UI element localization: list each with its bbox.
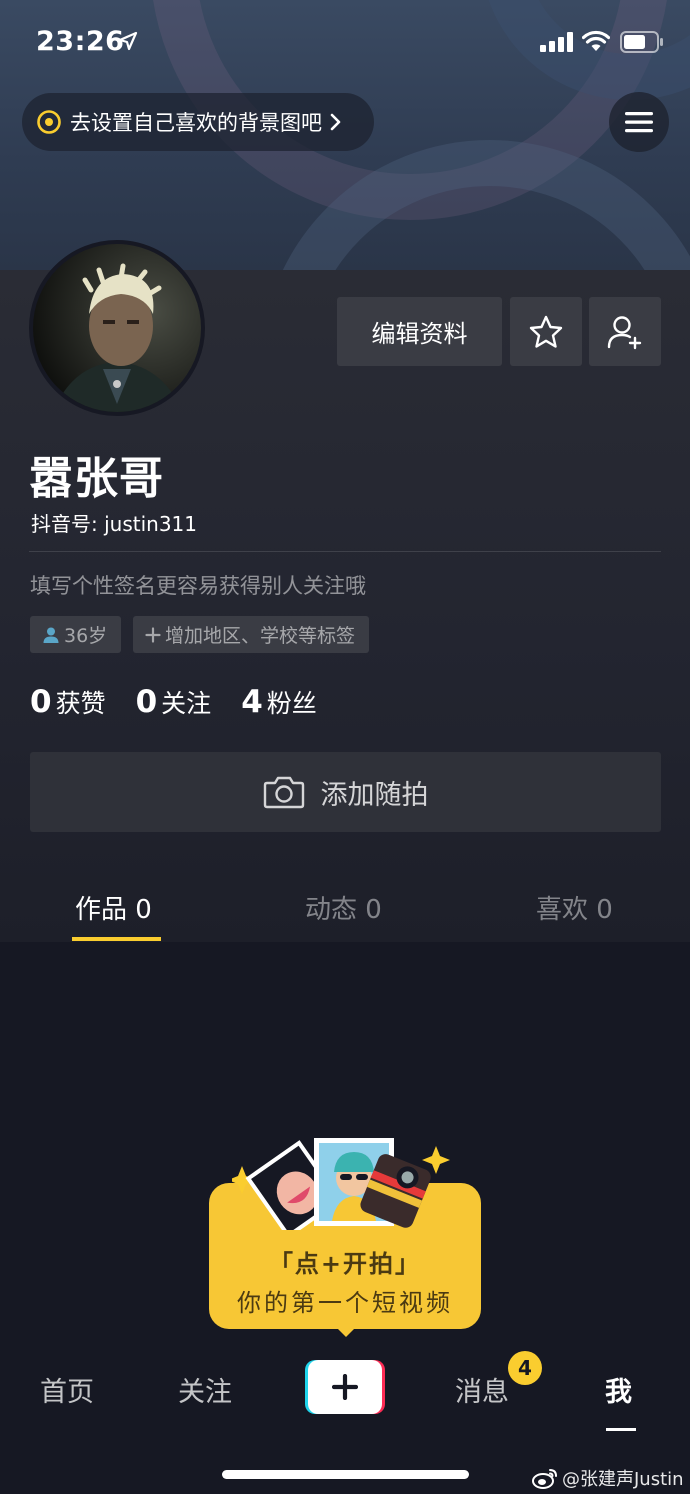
user-icon — [43, 627, 59, 643]
battery-icon — [620, 31, 663, 53]
plus-icon — [145, 626, 161, 643]
watermark: @张建声Justin — [532, 1465, 684, 1491]
tab-likes[interactable]: 喜欢 0 — [536, 889, 613, 926]
weibo-icon — [532, 1469, 557, 1489]
avatar-photo — [33, 244, 201, 412]
star-icon — [529, 315, 563, 348]
stat-likes[interactable]: 0 获赞 — [30, 684, 106, 720]
add-snapshot-button[interactable]: 添加随拍 — [30, 752, 661, 832]
stat-following-count: 0 — [135, 684, 158, 720]
avatar[interactable] — [29, 240, 205, 416]
watermark-label: @张建声Justin — [562, 1469, 684, 1490]
camera-icon — [263, 776, 304, 809]
stat-likes-count: 0 — [30, 684, 52, 720]
target-icon — [37, 110, 61, 134]
home-indicator[interactable] — [222, 1470, 469, 1479]
set-background-hint-label: 去设置自己喜欢的背景图吧 — [70, 111, 322, 135]
nav-me[interactable]: 我 — [605, 1370, 632, 1409]
plus-icon — [332, 1374, 358, 1400]
nav-messages[interactable]: 消息 — [455, 1370, 509, 1409]
divider — [29, 551, 661, 552]
age-tag[interactable]: 36岁 — [30, 616, 122, 653]
hamburger-menu-icon — [625, 112, 653, 133]
stat-fans-label: 粉丝 — [266, 689, 317, 718]
favorites-button[interactable] — [510, 297, 582, 366]
active-tab-indicator — [72, 937, 161, 941]
stat-following-label: 关注 — [161, 689, 212, 718]
publish-button[interactable] — [305, 1360, 385, 1414]
wifi-icon — [582, 30, 610, 51]
edit-profile-button[interactable]: 编辑资料 — [337, 297, 502, 366]
nav-follow[interactable]: 关注 — [178, 1370, 232, 1409]
stat-fans-count: 4 — [241, 684, 263, 720]
location-arrow-icon — [118, 31, 138, 51]
profile-page: 23:26 去设置自己喜欢的背景图吧 编辑资料 嚣张哥 抖音号: justin3… — [0, 0, 690, 1494]
tip-line-1: 「点+开拍」 — [268, 1250, 422, 1278]
tip-pointer — [334, 1325, 358, 1337]
chevron-right-icon — [330, 113, 341, 131]
menu-button[interactable] — [609, 92, 669, 152]
profile-stats: 0 获赞 0 关注 4 粉丝 — [30, 684, 347, 720]
stat-following[interactable]: 0 关注 — [136, 684, 212, 720]
add-friend-button[interactable] — [589, 297, 661, 366]
add-snapshot-label: 添加随拍 — [320, 779, 429, 811]
status-bar: 23:26 — [0, 0, 690, 86]
tip-line-2: 你的第一个短视频 — [237, 1289, 453, 1317]
age-tag-label: 36岁 — [64, 625, 108, 647]
set-background-hint[interactable]: 去设置自己喜欢的背景图吧 — [22, 93, 374, 151]
nickname: 嚣张哥 — [29, 453, 164, 504]
nav-home[interactable]: 首页 — [40, 1370, 94, 1409]
signal-icon — [540, 32, 573, 52]
create-tip-illustration — [232, 1138, 450, 1230]
add-user-icon — [607, 315, 642, 349]
douyin-id: 抖音号: justin311 — [31, 512, 197, 536]
tab-dynamic[interactable]: 动态 0 — [305, 889, 382, 926]
add-tags-label: 增加地区、学校等标签 — [165, 625, 356, 647]
tab-works[interactable]: 作品 0 — [75, 889, 152, 926]
add-tags-button[interactable]: 增加地区、学校等标签 — [133, 616, 370, 653]
stat-likes-label: 获赞 — [55, 689, 106, 718]
signature-placeholder[interactable]: 填写个性签名更容易获得别人关注哦 — [30, 570, 366, 600]
active-nav-indicator — [606, 1428, 636, 1431]
publish-button-face — [308, 1360, 382, 1414]
stat-fans[interactable]: 4 粉丝 — [241, 684, 317, 720]
status-time: 23:26 — [36, 26, 125, 57]
message-badge: 4 — [508, 1351, 542, 1385]
